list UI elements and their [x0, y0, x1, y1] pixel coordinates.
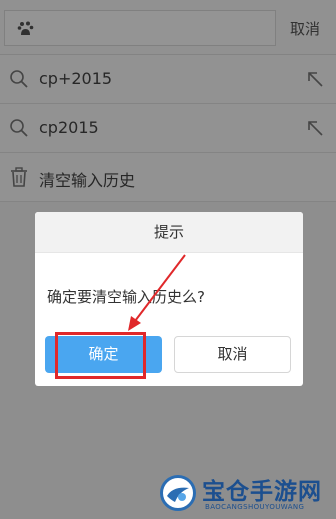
- watermark-badge-icon: [160, 475, 196, 511]
- watermark-logo: 宝仓手游网 BAOCANGSHOUYOUWANG: [158, 470, 336, 519]
- watermark-title: 宝仓手游网: [202, 478, 322, 505]
- annotation-arrow-icon: [128, 254, 186, 331]
- watermark-subtitle: BAOCANGSHOUYOUWANG: [205, 503, 305, 511]
